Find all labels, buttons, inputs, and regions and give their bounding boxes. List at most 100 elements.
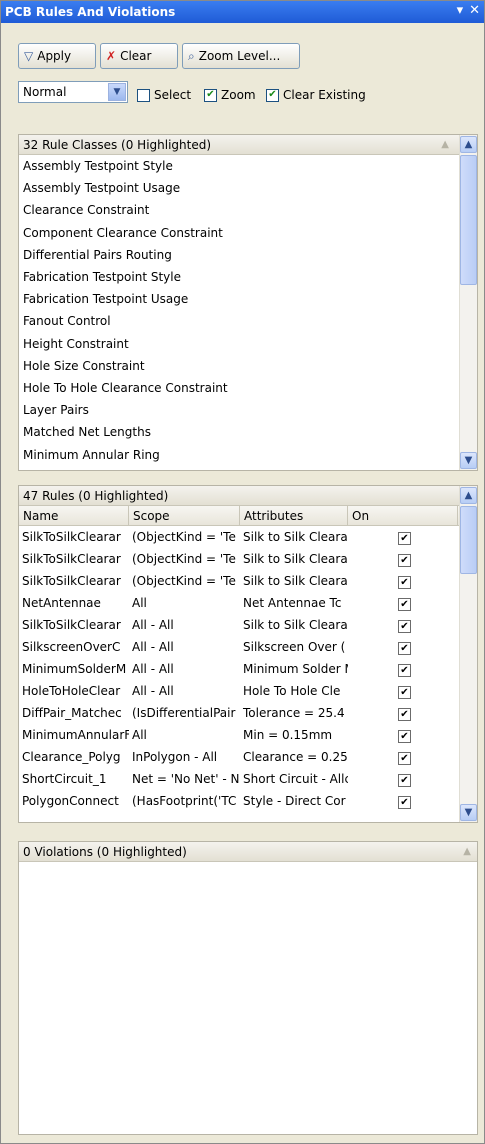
rule-class-item[interactable]: Component Clearance Constraint <box>19 222 477 244</box>
chevron-down-icon[interactable]: ▼ <box>108 83 126 101</box>
rule-class-item[interactable]: Hole To Hole Clearance Constraint <box>19 377 477 399</box>
zoom-checkbox-label: Zoom <box>221 88 256 102</box>
rule-class-item[interactable]: Differential Pairs Routing <box>19 244 477 266</box>
rule-scope-cell: All - All <box>132 662 174 676</box>
rule-class-item[interactable]: Assembly Testpoint Usage <box>19 177 477 199</box>
rule-scope-cell: All <box>132 728 147 742</box>
rule-attributes-cell: Hole To Hole Cle <box>243 684 341 698</box>
rule-on-cell: ✔ <box>348 794 458 809</box>
table-row[interactable]: SilkscreenOverC All - All Silkscreen Over … <box>19 636 477 658</box>
rule-class-item[interactable]: Clearance Constraint <box>19 199 477 221</box>
violations-grid: 0 Violations (0 Highlighted) ▲ <box>18 841 478 1135</box>
rule-class-item[interactable]: Fanout Control <box>19 310 477 332</box>
rule-enabled-checkbox[interactable]: ✔ <box>398 619 411 633</box>
rule-attributes-cell: Silkscreen Over ( <box>243 640 346 654</box>
violations-header: 0 Violations (0 Highlighted) ▲ <box>19 842 477 862</box>
column-name[interactable]: Name <box>19 506 129 525</box>
rules-grid: 47 Rules (0 Highlighted) Name Scope Attr… <box>18 485 478 823</box>
rule-class-item[interactable]: Minimum Solder Mask Sliver Constraint <box>19 466 477 471</box>
table-row[interactable]: SilkToSilkClearar (ObjectKind = 'Te Silk t… <box>19 526 477 548</box>
clear-existing-checkbox-label: Clear Existing <box>283 88 366 102</box>
rule-scope-cell: All - All <box>132 640 174 654</box>
rule-scope-cell: (ObjectKind = 'Te <box>132 574 236 588</box>
rule-attributes-cell: Tolerance = 25.4 <box>243 706 345 720</box>
rule-name-cell: SilkToSilkClearar <box>22 574 121 588</box>
panel-close-icon[interactable]: ✕ <box>469 3 480 18</box>
rule-class-item[interactable]: Height Constraint <box>19 333 477 355</box>
rule-on-cell: ✔ <box>348 596 458 611</box>
apply-button[interactable]: ▽ Apply <box>18 43 96 69</box>
rule-class-item[interactable]: Fabrication Testpoint Style <box>19 266 477 288</box>
table-row[interactable]: PolygonConnect (HasFootprint('TC Style - D… <box>19 790 477 812</box>
rule-attributes-cell: Silk to Silk Cleara <box>243 618 348 632</box>
table-row[interactable]: ShortCircuit_1 Net = 'No Net' - N Short Ci… <box>19 768 477 790</box>
rule-enabled-checkbox[interactable]: ✔ <box>398 575 411 589</box>
violations-header-label: 0 Violations (0 Highlighted) <box>23 844 187 859</box>
column-on[interactable]: On <box>348 506 458 525</box>
column-scope[interactable]: Scope <box>129 506 240 525</box>
rule-on-cell: ✔ <box>348 684 458 699</box>
rule-attributes-cell: Silk to Silk Cleara <box>243 574 348 588</box>
sort-icon: ▲ <box>441 139 449 150</box>
zoom-level-button[interactable]: ⌕ Zoom Level... <box>182 43 300 69</box>
rule-classes-header-label: 32 Rule Classes (0 Highlighted) <box>23 137 212 152</box>
clear-button[interactable]: ✗ Clear <box>100 43 178 69</box>
table-row[interactable]: HoleToHoleClear All - All Hole To Hole Cle… <box>19 680 477 702</box>
rule-class-item[interactable]: Hole Size Constraint <box>19 355 477 377</box>
rules-list: SilkToSilkClearar (ObjectKind = 'Te Silk t… <box>19 526 477 812</box>
select-checkbox[interactable]: Select <box>137 88 191 102</box>
table-row[interactable]: SilkToSilkClearar (ObjectKind = 'Te Silk t… <box>19 570 477 592</box>
table-row[interactable]: NetAntennae All Net Antennae Tc ✔ <box>19 592 477 614</box>
rule-scope-cell: (ObjectKind = 'Te <box>132 530 236 544</box>
rule-classes-scrollbar[interactable]: ▲ ▼ <box>459 135 477 470</box>
rule-on-cell: ✔ <box>348 772 458 787</box>
scroll-down-icon[interactable]: ▼ <box>460 452 477 469</box>
rules-header: 47 Rules (0 Highlighted) <box>19 486 477 506</box>
zoom-checkbox[interactable]: ✔ Zoom <box>204 88 256 102</box>
rule-class-item[interactable]: Assembly Testpoint Style <box>19 155 477 177</box>
rule-enabled-checkbox[interactable]: ✔ <box>398 663 411 677</box>
scroll-down-icon[interactable]: ▼ <box>460 804 477 821</box>
rule-enabled-checkbox[interactable]: ✔ <box>398 729 411 743</box>
rule-enabled-checkbox[interactable]: ✔ <box>398 553 411 567</box>
rule-attributes-cell: Clearance = 0.25 <box>243 750 348 764</box>
rule-attributes-cell: Min = 0.15mm <box>243 728 333 742</box>
zoom-check-box[interactable]: ✔ <box>204 88 217 102</box>
rule-enabled-checkbox[interactable]: ✔ <box>398 531 411 545</box>
rule-class-item[interactable]: Matched Net Lengths <box>19 421 477 443</box>
rule-enabled-checkbox[interactable]: ✔ <box>398 773 411 787</box>
scroll-thumb[interactable] <box>460 506 477 574</box>
table-row[interactable]: Clearance_Polyg InPolygon - All Clearance … <box>19 746 477 768</box>
clear-existing-check-box[interactable]: ✔ <box>266 88 279 102</box>
column-attributes[interactable]: Attributes <box>240 506 348 525</box>
panel-menu-icon[interactable]: ▾ <box>457 3 464 18</box>
scroll-up-icon[interactable]: ▲ <box>460 136 477 153</box>
rule-scope-cell: All - All <box>132 684 174 698</box>
rule-name-cell: SilkscreenOverC <box>22 640 121 654</box>
table-row[interactable]: MinimumAnnularF All Min = 0.15mm ✔ <box>19 724 477 746</box>
rule-enabled-checkbox[interactable]: ✔ <box>398 597 411 611</box>
rule-on-cell: ✔ <box>348 574 458 589</box>
apply-button-label: Apply <box>37 49 72 63</box>
rule-class-item[interactable]: Fabrication Testpoint Usage <box>19 288 477 310</box>
clear-existing-checkbox[interactable]: ✔ Clear Existing <box>266 88 366 102</box>
rule-on-cell: ✔ <box>348 662 458 677</box>
select-check-box[interactable] <box>137 88 150 102</box>
table-row[interactable]: SilkToSilkClearar (ObjectKind = 'Te Silk t… <box>19 548 477 570</box>
rules-scrollbar[interactable]: ▲ ▼ <box>459 486 477 822</box>
rule-enabled-checkbox[interactable]: ✔ <box>398 707 411 721</box>
select-checkbox-label: Select <box>154 88 192 102</box>
rule-class-item[interactable]: Minimum Annular Ring <box>19 443 477 465</box>
highlight-mode-select[interactable]: Normal ▼ <box>18 81 128 103</box>
scroll-thumb[interactable] <box>460 155 477 285</box>
rule-enabled-checkbox[interactable]: ✔ <box>398 641 411 655</box>
scroll-up-icon[interactable]: ▲ <box>460 487 477 504</box>
rule-enabled-checkbox[interactable]: ✔ <box>398 795 411 809</box>
rule-enabled-checkbox[interactable]: ✔ <box>398 751 411 765</box>
table-row[interactable]: MinimumSolderM All - All Minimum Solder M ✔ <box>19 658 477 680</box>
rule-name-cell: PolygonConnect <box>22 794 119 808</box>
rule-class-item[interactable]: Layer Pairs <box>19 399 477 421</box>
table-row[interactable]: DiffPair_Matchec (IsDifferentialPair Toler… <box>19 702 477 724</box>
table-row[interactable]: SilkToSilkClearar All - All Silk to Silk C… <box>19 614 477 636</box>
rule-enabled-checkbox[interactable]: ✔ <box>398 685 411 699</box>
